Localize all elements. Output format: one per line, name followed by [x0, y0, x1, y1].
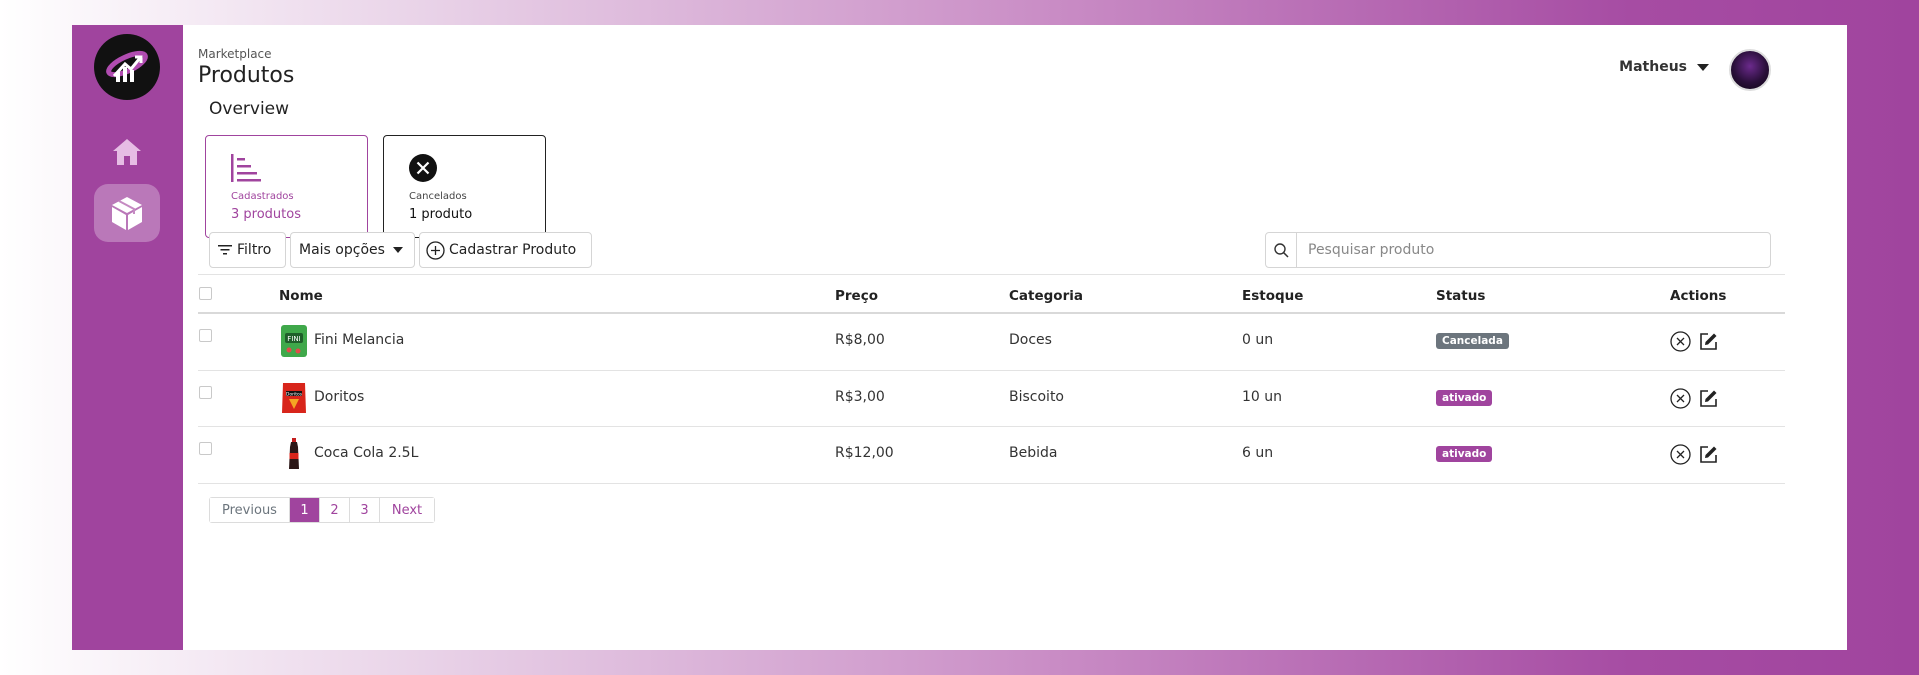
- edit-icon[interactable]: [1699, 389, 1718, 408]
- product-stock: 10 un: [1242, 389, 1283, 405]
- app-frame: Marketplace Produtos Matheus Overview Ca…: [72, 25, 1847, 650]
- column-header-status: Status: [1436, 288, 1486, 304]
- card-value: 1 produto: [409, 207, 473, 222]
- column-header-actions: Actions: [1670, 288, 1727, 304]
- pagination-next[interactable]: Next: [380, 498, 434, 522]
- app-logo-icon[interactable]: [94, 34, 160, 100]
- page-title: Produtos: [198, 63, 295, 88]
- search-box: [1265, 232, 1771, 268]
- card-label: Cancelados: [409, 191, 467, 202]
- pagination: Previous 1 2 3 Next: [209, 497, 435, 523]
- product-name: Coca Cola 2.5L: [314, 445, 419, 461]
- card-canceled[interactable]: Cancelados 1 produto: [383, 135, 546, 238]
- product-image: [289, 438, 299, 469]
- column-header-name: Nome: [279, 288, 323, 304]
- product-name: Doritos: [314, 389, 365, 405]
- sidebar: [72, 25, 183, 650]
- divider: [198, 274, 1785, 275]
- avatar[interactable]: [1729, 49, 1771, 91]
- product-price: R$12,00: [835, 445, 894, 461]
- filter-icon: [218, 245, 232, 255]
- product-image: FINI: [281, 325, 307, 357]
- add-product-label: Cadastrar Produto: [449, 242, 577, 258]
- card-label: Cadastrados: [231, 191, 294, 202]
- search-input[interactable]: [1297, 233, 1770, 267]
- plus-circle-icon: [426, 240, 445, 260]
- search-icon: [1273, 242, 1289, 258]
- filter-button[interactable]: Filtro: [209, 232, 286, 268]
- svg-text:FINI: FINI: [287, 335, 300, 343]
- product-category: Doces: [1009, 332, 1052, 348]
- search-button[interactable]: [1266, 233, 1297, 267]
- x-circle-icon[interactable]: [1670, 331, 1691, 352]
- card-value: 3 produtos: [231, 207, 301, 222]
- column-header-price: Preço: [835, 288, 878, 304]
- product-price: R$8,00: [835, 332, 885, 348]
- product-category: Biscoito: [1009, 389, 1064, 405]
- more-options-dropdown[interactable]: Mais opções: [290, 232, 415, 268]
- edit-icon[interactable]: [1699, 332, 1718, 351]
- row-checkbox[interactable]: [199, 329, 212, 342]
- column-header-category: Categoria: [1009, 288, 1083, 304]
- status-badge: ativado: [1436, 390, 1493, 406]
- product-image: Doritos: [282, 383, 306, 413]
- x-circle-icon[interactable]: [1670, 388, 1691, 409]
- card-registered[interactable]: Cadastrados 3 produtos: [205, 135, 368, 238]
- breadcrumb: Marketplace: [198, 47, 272, 61]
- cancel-circle-icon: [409, 154, 437, 182]
- select-all-checkbox[interactable]: [199, 287, 212, 300]
- product-stock: 0 un: [1242, 332, 1274, 348]
- product-name: Fini Melancia: [314, 332, 405, 348]
- user-name: Matheus: [1619, 59, 1687, 75]
- user-menu[interactable]: Matheus: [1619, 59, 1709, 75]
- pagination-page-3[interactable]: 3: [350, 498, 380, 522]
- pagination-page-2[interactable]: 2: [320, 498, 350, 522]
- edit-icon[interactable]: [1699, 445, 1718, 464]
- main-content: Marketplace Produtos Matheus Overview Ca…: [183, 25, 1847, 650]
- column-header-stock: Estoque: [1242, 288, 1304, 304]
- svg-text:Doritos: Doritos: [286, 391, 303, 397]
- row-divider: [198, 370, 1785, 371]
- nav-products[interactable]: [94, 184, 160, 242]
- product-category: Bebida: [1009, 445, 1058, 461]
- box-icon: [112, 197, 142, 230]
- x-circle-icon[interactable]: [1670, 444, 1691, 465]
- filter-label: Filtro: [237, 242, 272, 258]
- table-header-divider: [198, 312, 1785, 314]
- row-divider: [198, 483, 1785, 484]
- chevron-down-icon: [392, 247, 403, 253]
- add-product-button[interactable]: Cadastrar Produto: [419, 232, 592, 268]
- home-icon: [113, 139, 141, 165]
- row-checkbox[interactable]: [199, 386, 212, 399]
- nav-home[interactable]: [94, 124, 160, 180]
- chevron-down-icon: [1697, 63, 1709, 71]
- status-badge: Cancelada: [1436, 333, 1509, 349]
- pagination-previous[interactable]: Previous: [210, 498, 290, 522]
- more-options-label: Mais opções: [299, 242, 385, 258]
- product-price: R$3,00: [835, 389, 885, 405]
- status-badge: ativado: [1436, 446, 1493, 462]
- row-divider: [198, 426, 1785, 427]
- pagination-page-1[interactable]: 1: [290, 498, 320, 522]
- list-icon: [231, 154, 261, 182]
- product-stock: 6 un: [1242, 445, 1274, 461]
- row-checkbox[interactable]: [199, 442, 212, 455]
- overview-title: Overview: [209, 99, 290, 119]
